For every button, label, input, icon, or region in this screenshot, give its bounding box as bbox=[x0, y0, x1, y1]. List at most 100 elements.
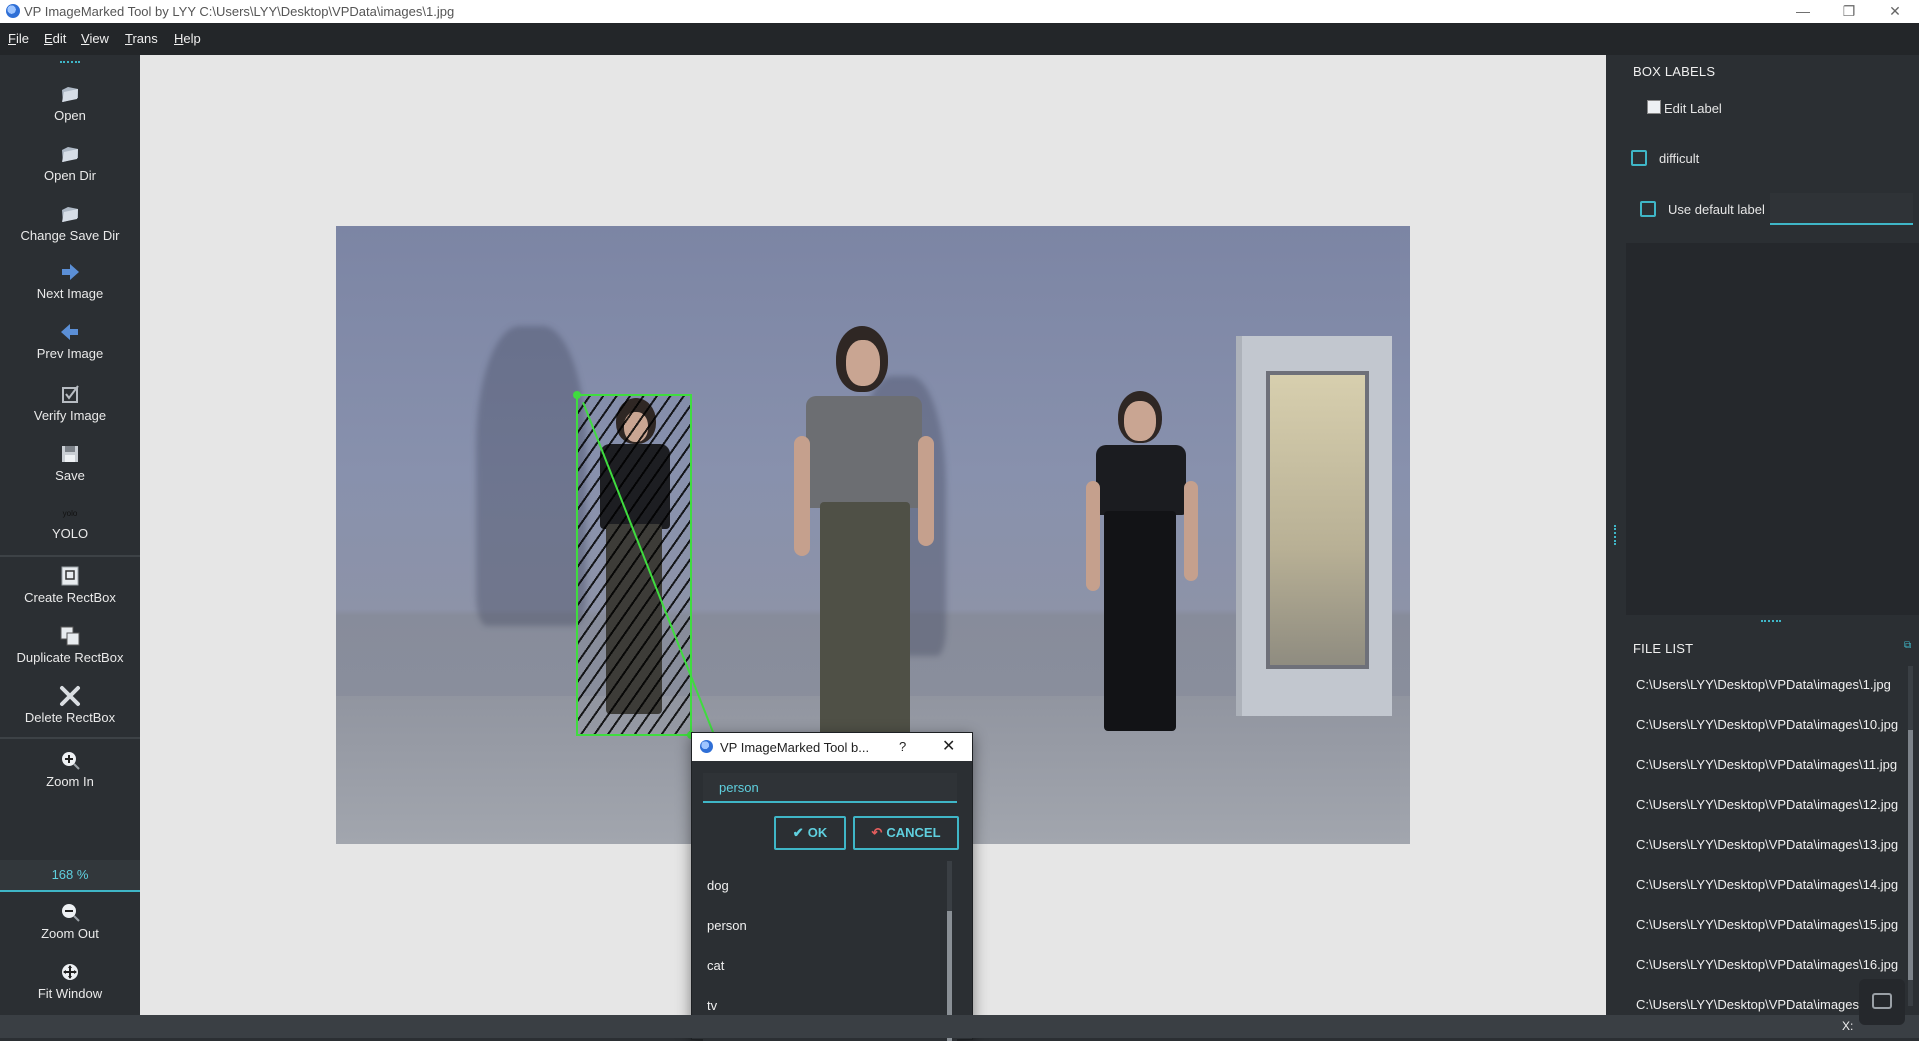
image-person bbox=[786, 326, 936, 746]
file-list-item[interactable]: C:\Users\LYY\Desktop\VPData\images\13.jp… bbox=[1636, 837, 1898, 852]
use-default-label-text: Use default label bbox=[1668, 202, 1765, 217]
next-image-button[interactable]: Next Image bbox=[0, 261, 140, 300]
save-label: Save bbox=[55, 468, 85, 483]
delete-rectbox-label: Delete RectBox bbox=[24, 711, 116, 725]
toolbar-grip[interactable] bbox=[60, 61, 80, 65]
menu-file[interactable]: File bbox=[8, 31, 29, 46]
bbox-diagonal bbox=[582, 402, 724, 757]
folder-open-icon bbox=[62, 207, 78, 222]
file-list-scroll-thumb[interactable] bbox=[1908, 730, 1913, 980]
floating-widget-button[interactable] bbox=[1859, 979, 1905, 1025]
verify-image-button[interactable]: Verify Image bbox=[0, 383, 140, 422]
cursor-coordinates: X: bbox=[1842, 1019, 1854, 1033]
yolo-format-icon: yolo bbox=[62, 509, 78, 518]
arrow-left-icon bbox=[61, 324, 78, 340]
dialog-help-button[interactable]: ? bbox=[899, 739, 906, 754]
check-icon: ✔ bbox=[792, 825, 804, 840]
open-dir-label: Open Dir bbox=[43, 168, 97, 183]
default-label-input[interactable] bbox=[1770, 193, 1913, 225]
menu-bar: File Edit View Trans Help bbox=[0, 23, 1919, 55]
open-button[interactable]: Open bbox=[0, 83, 140, 122]
zoom-out-icon bbox=[62, 904, 80, 922]
panel-splitter-grip[interactable] bbox=[1761, 620, 1781, 624]
bounding-box-person[interactable] bbox=[573, 391, 724, 757]
yolo-format-button[interactable]: yolo YOLO bbox=[0, 505, 140, 540]
list-item[interactable]: dog bbox=[707, 878, 729, 893]
panel-splitter-handle[interactable] bbox=[1614, 525, 1618, 545]
image-shadow bbox=[476, 326, 586, 626]
duplicate-rectbox-button[interactable]: Duplicate RectBox bbox=[0, 625, 140, 677]
ok-button[interactable]: ✔ OK bbox=[774, 816, 846, 850]
file-list-item[interactable]: C:\Users\LYY\Desktop\VPData\images\1.jpg bbox=[1636, 677, 1891, 692]
folder-open-icon bbox=[62, 87, 78, 102]
label-input[interactable] bbox=[703, 773, 957, 803]
close-window-button[interactable]: ✕ bbox=[1872, 0, 1918, 23]
delete-rectbox-button[interactable]: Delete RectBox bbox=[0, 685, 140, 737]
cancel-button[interactable]: ↶ CANCEL bbox=[853, 816, 959, 850]
file-list-item[interactable]: C:\Users\LYY\Desktop\VPData\images\11.jp… bbox=[1636, 757, 1897, 772]
undo-icon: ↶ bbox=[871, 825, 883, 840]
dialog-close-button[interactable]: ✕ bbox=[942, 736, 955, 756]
menu-help[interactable]: Help bbox=[174, 31, 201, 46]
image-person bbox=[1076, 391, 1206, 751]
create-rectbox-icon bbox=[61, 566, 79, 586]
file-list-title: FILE LIST bbox=[1633, 641, 1694, 656]
checkbox-icon bbox=[62, 385, 79, 403]
change-save-dir-label: Change Save Dir bbox=[20, 228, 120, 243]
zoom-in-button[interactable]: Zoom In bbox=[0, 749, 140, 788]
use-default-label-checkbox[interactable] bbox=[1640, 201, 1656, 217]
menu-view[interactable]: View bbox=[81, 31, 109, 46]
duplicate-rectbox-label: Duplicate RectBox bbox=[16, 651, 124, 665]
edit-label-button[interactable]: Edit Label bbox=[1647, 100, 1722, 116]
change-save-dir-button[interactable]: Change Save Dir bbox=[0, 203, 140, 242]
fit-window-label: Fit Window bbox=[37, 986, 103, 1001]
image-door-glass bbox=[1266, 371, 1369, 669]
zoom-level-readout[interactable]: 168 % bbox=[0, 860, 140, 892]
difficult-label: difficult bbox=[1659, 151, 1700, 166]
arrow-right-icon bbox=[62, 264, 79, 280]
list-item[interactable]: person bbox=[707, 918, 747, 933]
yolo-label: YOLO bbox=[51, 526, 89, 541]
open-dir-button[interactable]: Open Dir bbox=[0, 143, 140, 182]
delete-rectbox-icon bbox=[60, 686, 80, 706]
fit-window-icon bbox=[62, 964, 78, 980]
file-list-item[interactable]: C:\Users\LYY\Desktop\VPData\images\14.jp… bbox=[1636, 877, 1898, 892]
verify-image-label: Verify Image bbox=[33, 408, 107, 423]
status-bar: X: bbox=[0, 1015, 1919, 1038]
right-panel: BOX LABELS Edit Label difficult Use defa… bbox=[1606, 55, 1919, 1015]
app-logo-icon bbox=[6, 4, 20, 18]
bbox-handle-top-left[interactable] bbox=[573, 391, 581, 399]
zoom-out-button[interactable]: Zoom Out bbox=[0, 901, 140, 940]
app-logo-icon bbox=[700, 740, 713, 753]
file-list-item[interactable]: C:\Users\LYY\Desktop\VPData\images bbox=[1636, 997, 1859, 1012]
window-titlebar: VP ImageMarked Tool by LYY C:\Users\LYY\… bbox=[0, 0, 1919, 23]
save-button[interactable]: Save bbox=[0, 443, 140, 482]
toolbar-separator bbox=[0, 737, 140, 739]
file-list-item[interactable]: C:\Users\LYY\Desktop\VPData\images\15.jp… bbox=[1636, 917, 1898, 932]
zoom-out-label: Zoom Out bbox=[41, 926, 99, 941]
menu-edit[interactable]: Edit bbox=[44, 31, 66, 46]
ok-label: OK bbox=[807, 825, 828, 840]
restore-button[interactable]: ❐ bbox=[1826, 0, 1872, 23]
box-labels-list[interactable] bbox=[1626, 243, 1919, 615]
difficult-checkbox[interactable] bbox=[1631, 150, 1647, 166]
fit-window-button[interactable]: Fit Window bbox=[0, 961, 140, 1000]
label-dialog: VP ImageMarked Tool b... ? ✕ ✔OK ↶CANCEL… bbox=[691, 732, 973, 1041]
file-list-item[interactable]: C:\Users\LYY\Desktop\VPData\images\10.jp… bbox=[1636, 717, 1898, 732]
duplicate-rectbox-icon bbox=[60, 626, 80, 646]
minimize-button[interactable]: — bbox=[1780, 0, 1826, 23]
create-rectbox-button[interactable]: Create RectBox bbox=[0, 565, 140, 617]
edit-icon bbox=[1647, 100, 1661, 114]
zoom-in-label: Zoom In bbox=[46, 774, 94, 789]
file-list-item[interactable]: C:\Users\LYY\Desktop\VPData\images\12.jp… bbox=[1636, 797, 1898, 812]
list-item[interactable]: tv bbox=[707, 998, 717, 1013]
menu-trans[interactable]: Trans bbox=[125, 31, 158, 46]
open-label: Open bbox=[54, 108, 86, 123]
prev-image-button[interactable]: Prev Image bbox=[0, 321, 140, 360]
undock-icon[interactable]: ⧉ bbox=[1904, 640, 1911, 651]
prev-image-label: Prev Image bbox=[36, 346, 104, 361]
dialog-titlebar: VP ImageMarked Tool b... ? ✕ bbox=[692, 733, 972, 761]
list-item[interactable]: cat bbox=[707, 958, 724, 973]
file-list-item[interactable]: C:\Users\LYY\Desktop\VPData\images\16.jp… bbox=[1636, 957, 1898, 972]
box-labels-title: BOX LABELS bbox=[1633, 64, 1716, 79]
